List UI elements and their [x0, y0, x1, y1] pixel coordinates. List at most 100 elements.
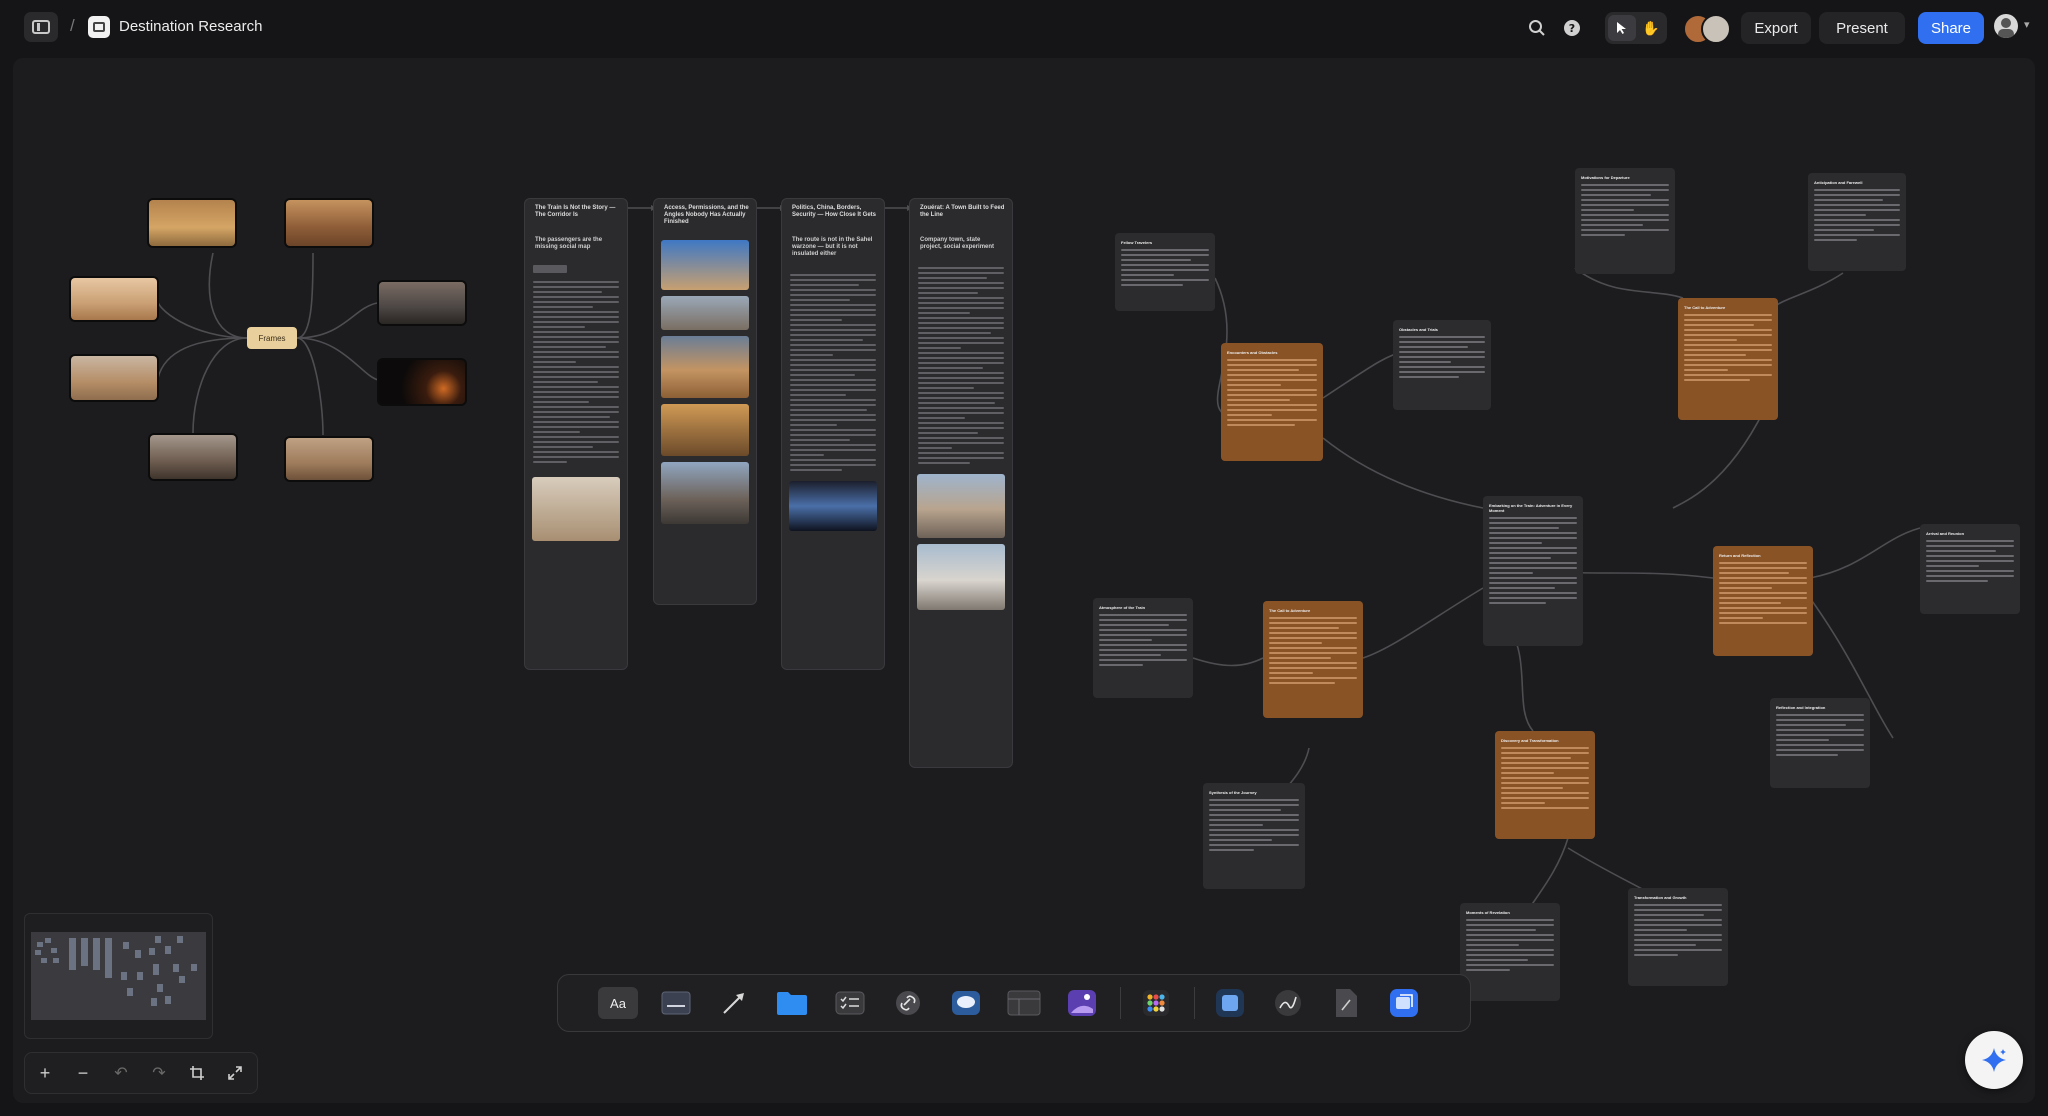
scan-tool-icon[interactable] [1384, 987, 1424, 1019]
column-image[interactable] [917, 474, 1005, 538]
card-title: Anticipation and Farewell [1814, 180, 1863, 185]
tool-dock: Aa [557, 974, 1471, 1032]
note-card[interactable]: Fellow Travelers [1115, 233, 1215, 311]
top-bar: / Destination Research ? ✋ Export Presen… [0, 0, 2048, 58]
card-title: Arrival and Reunion [1926, 531, 1965, 536]
zoom-controls: + − ↶ ↷ [24, 1052, 258, 1094]
note-card[interactable]: Motivations for Departure [1575, 168, 1675, 274]
research-column[interactable]: Politics, China, Borders, Security — How… [781, 198, 885, 670]
desert-photo-node[interactable] [71, 278, 157, 320]
card-title: Embarking on the Train: Adventure in Eve… [1489, 503, 1573, 513]
column-image[interactable] [661, 296, 749, 330]
column-body-text [790, 274, 876, 471]
dock-divider [1194, 987, 1195, 1019]
document-tool-icon[interactable] [1326, 987, 1366, 1019]
folder-tool-icon[interactable] [772, 987, 812, 1019]
present-button[interactable]: Present [1819, 12, 1905, 44]
line-tool-icon[interactable] [714, 987, 754, 1019]
card-title: Return and Reflection [1719, 553, 1761, 558]
note-card[interactable]: Return and Reflection [1713, 546, 1813, 656]
checklist-tool-icon[interactable] [830, 987, 870, 1019]
ai-sparkle-icon[interactable] [1965, 1031, 2023, 1089]
link-tool-icon[interactable] [888, 987, 928, 1019]
sidebar-toggle-button[interactable] [24, 12, 58, 42]
undo-icon[interactable]: ↶ [107, 1059, 135, 1087]
board-icon [88, 16, 110, 38]
table-tool-icon[interactable] [1004, 987, 1044, 1019]
screen-app-icon[interactable] [1210, 987, 1250, 1019]
card-title: Motivations for Departure [1581, 175, 1630, 180]
column-title: The Train Is Not the Story — The Corrido… [535, 205, 616, 218]
cursor-tool-group: ✋ [1605, 12, 1667, 44]
note-card[interactable]: The Call to Adventure [1263, 601, 1363, 718]
dock-divider [1120, 987, 1121, 1019]
export-button[interactable]: Export [1741, 12, 1811, 44]
card-title: The Call to Adventure [1269, 608, 1311, 613]
board-title[interactable]: Destination Research [119, 18, 262, 35]
column-body-text [918, 267, 1004, 464]
desert-photo-node[interactable] [286, 200, 372, 246]
note-card[interactable]: Reflection and Integration [1770, 698, 1870, 788]
fullscreen-icon[interactable] [221, 1059, 249, 1087]
help-icon[interactable]: ? [1560, 16, 1584, 40]
search-icon[interactable] [1525, 16, 1549, 40]
frames-center-node[interactable]: Frames [247, 327, 297, 349]
note-card[interactable]: Embarking on the Train: Adventure in Eve… [1483, 496, 1583, 646]
whiteboard-canvas[interactable]: Frames The Train Is Not the Story — The … [13, 58, 2035, 1103]
column-image[interactable] [661, 404, 749, 456]
desert-photo-node[interactable] [71, 356, 157, 400]
cursor-icon[interactable] [1608, 15, 1636, 41]
zoom-out-icon[interactable]: − [69, 1059, 97, 1087]
column-title: Zouérat: A Town Built to Feed the Line [920, 205, 1005, 218]
card-title: Encounters and Obstacles [1227, 350, 1278, 355]
note-card[interactable]: Arrival and Reunion [1920, 524, 2020, 614]
research-column[interactable]: The Train Is Not the Story — The Corrido… [524, 198, 628, 670]
card-title: Fellow Travelers [1121, 240, 1153, 245]
note-card[interactable]: Atmosphere of the Train [1093, 598, 1193, 698]
research-column[interactable]: Access, Permissions, and the Angles Nobo… [653, 198, 757, 605]
desert-photo-node[interactable] [286, 438, 372, 480]
note-card[interactable]: Transformation and Growth [1628, 888, 1728, 986]
column-image[interactable] [917, 544, 1005, 610]
minimap[interactable] [24, 913, 213, 1039]
apps-tool-icon[interactable] [1136, 987, 1176, 1019]
note-card[interactable]: Obstacles and Trials [1393, 320, 1491, 410]
pen-tool-icon[interactable] [1268, 987, 1308, 1019]
column-image[interactable] [789, 481, 877, 531]
card-title: Transformation and Growth [1634, 895, 1687, 900]
column-image[interactable] [532, 477, 620, 541]
note-card[interactable]: Encounters and Obstacles [1221, 343, 1323, 461]
desert-photo-node[interactable] [379, 360, 465, 404]
note-card[interactable]: The Call to Adventure [1678, 298, 1778, 420]
desert-photo-node[interactable] [150, 435, 236, 479]
sticky-note-tool-icon[interactable] [656, 987, 696, 1019]
column-title: Access, Permissions, and the Angles Nobo… [664, 205, 749, 225]
minimap-viewport[interactable] [31, 932, 206, 1020]
desert-photo-node[interactable] [379, 282, 465, 324]
card-title: Reflection and Integration [1776, 705, 1826, 710]
column-image[interactable] [661, 462, 749, 524]
comment-tool-icon[interactable] [946, 987, 986, 1019]
column-avatar-row [533, 265, 619, 273]
note-card[interactable]: Synthesis of the Journey [1203, 783, 1305, 889]
hand-icon[interactable]: ✋ [1638, 15, 1664, 41]
desert-photo-node[interactable] [149, 200, 235, 246]
user-avatar[interactable] [1994, 14, 2018, 38]
column-image[interactable] [661, 336, 749, 398]
chevron-down-icon[interactable]: ▾ [2024, 18, 2030, 31]
collaborator-avatars[interactable] [1683, 12, 1731, 44]
card-title: Discovery and Transformation [1501, 738, 1559, 743]
zoom-in-icon[interactable]: + [31, 1059, 59, 1087]
column-image[interactable] [661, 240, 749, 290]
share-button[interactable]: Share [1918, 12, 1984, 44]
card-title: Obstacles and Trials [1399, 327, 1438, 332]
note-card[interactable]: Discovery and Transformation [1495, 731, 1595, 839]
note-card[interactable]: Anticipation and Farewell [1808, 173, 1906, 271]
redo-icon[interactable]: ↷ [145, 1059, 173, 1087]
image-tool-icon[interactable] [1062, 987, 1102, 1019]
frame-icon[interactable] [183, 1059, 211, 1087]
research-column[interactable]: Zouérat: A Town Built to Feed the Line C… [909, 198, 1013, 768]
text-tool-button[interactable]: Aa [598, 987, 638, 1019]
note-card[interactable]: Moments of Revelation [1460, 903, 1560, 1001]
svg-text:?: ? [1569, 22, 1575, 35]
